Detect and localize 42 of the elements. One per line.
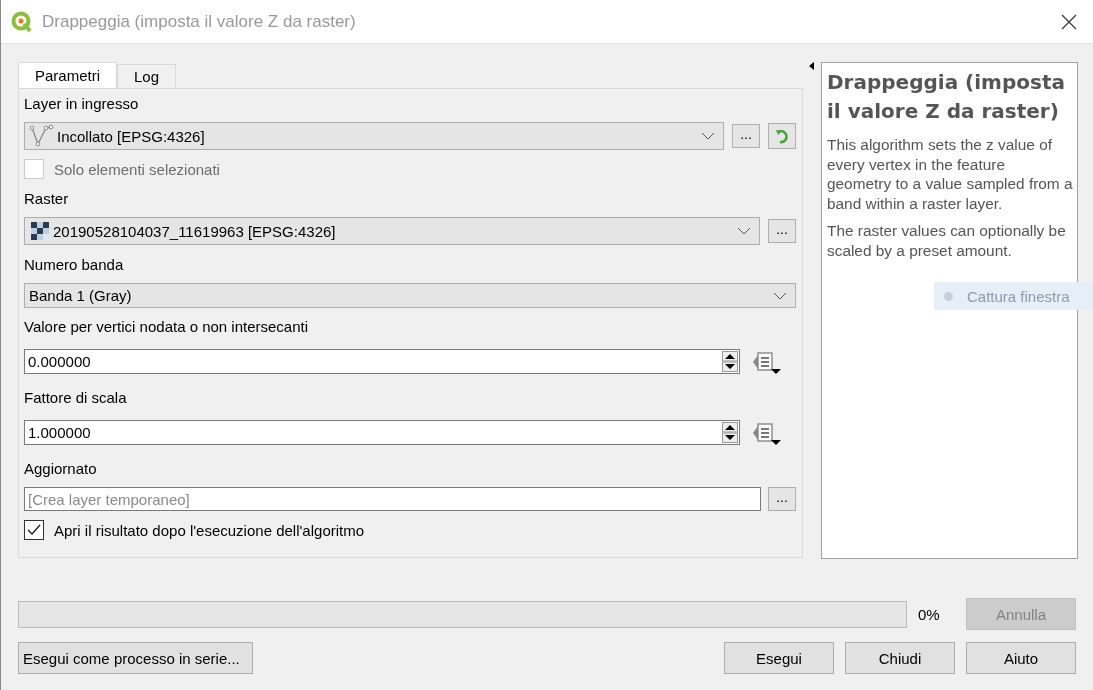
checkbox-label: Solo elementi selezionati — [54, 160, 220, 178]
batch-button[interactable]: Esegui come processo in serie... — [18, 642, 253, 674]
field-label: Valore per vertici nodata o non intersecanti — [24, 318, 310, 336]
checkbox[interactable] — [24, 520, 44, 540]
spin-arrows-icon[interactable] — [722, 422, 738, 443]
tab[interactable]: Log — [117, 64, 177, 88]
field-label: Layer in ingresso — [24, 95, 140, 113]
dialog-button[interactable]: Chiudi — [845, 642, 955, 674]
tooltip-text: Cattura finestra — [967, 287, 1070, 305]
window-title: Drappeggia (imposta il valore Z da raster) — [42, 11, 357, 32]
checkbox-label: Apri il risultato dopo l'esecuzione dell'algoritmo — [54, 521, 365, 539]
number-field[interactable]: 0.000000 — [24, 349, 740, 374]
browse-button[interactable]: ... — [732, 124, 760, 148]
data-defined-icon[interactable] — [752, 349, 782, 374]
output-field[interactable]: [Crea layer temporaneo] — [24, 487, 761, 511]
refresh-icon — [774, 128, 790, 144]
help-title: Drappeggia (imposta il valore Z da raster) — [827, 69, 1065, 125]
dialog-button[interactable]: Esegui — [724, 642, 834, 674]
tab[interactable]: Parametri — [18, 62, 118, 88]
dialog-button[interactable]: Aiuto — [966, 642, 1076, 674]
app-logo-icon — [11, 10, 33, 33]
progress-reading: 0% — [917, 605, 941, 623]
spin-arrows-icon[interactable] — [722, 351, 738, 372]
dot-icon — [944, 291, 953, 301]
field-label: Aggiornato — [24, 460, 98, 478]
line-layer-icon — [29, 124, 55, 148]
close-icon[interactable] — [1061, 13, 1077, 30]
field-label: Raster — [24, 190, 70, 208]
field-label: Fattore di scala — [24, 389, 128, 407]
refresh-button[interactable] — [768, 123, 796, 149]
dropdown-field[interactable]: Incollato [EPSG:4326] — [24, 122, 724, 150]
browse-button[interactable]: ... — [768, 219, 796, 243]
raster-layer-icon — [29, 220, 51, 242]
data-defined-icon[interactable] — [752, 420, 782, 445]
number-field[interactable]: 1.000000 — [24, 420, 740, 445]
dropdown-field[interactable]: 20190528104037_11619963 [EPSG:4326] — [24, 217, 760, 245]
help-text: The raster values can optionally be scaled by a preset amount. — [827, 221, 1067, 260]
browse-button[interactable]: ... — [768, 487, 796, 511]
dropdown-field[interactable]: Banda 1 (Gray) — [24, 283, 796, 308]
help-text: This algorithm sets the z value of every vertex in the feature geometry to a value sampled from a band within a raster layer. — [827, 135, 1073, 213]
collapse-arrow-icon[interactable] — [809, 62, 814, 70]
field-label: Numero banda — [24, 256, 125, 274]
